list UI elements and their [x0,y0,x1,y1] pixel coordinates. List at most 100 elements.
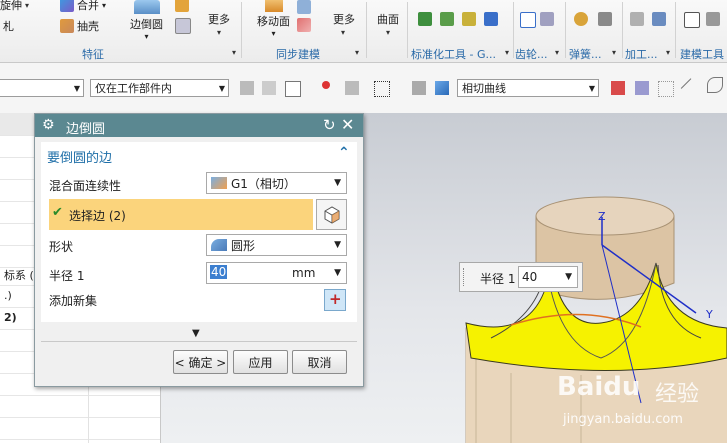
group-expand-icon[interactable]: ▾ [612,48,616,57]
ribbon-item-gengduo2-label: 更多 [333,13,355,26]
shape-label: 形状 [49,240,74,254]
move-face-icon [264,0,283,12]
radius-field[interactable]: 40 mm ▼ [206,262,347,284]
edge-blend-icon [133,0,160,14]
machining-tool-icon-2[interactable] [652,12,666,26]
ribbon-item-yidongmian-label: 移动面 [257,15,290,28]
unite-icon [60,0,74,12]
ribbon-item-bianmian[interactable]: 边倒圆 ▾ [130,0,163,41]
float-radius-field[interactable]: 40 ▼ [518,266,578,288]
list-item-label: 2) [4,311,17,324]
point-icon[interactable] [322,81,330,89]
draft-icon [175,18,191,34]
ribbon-item-partial[interactable]: 札 [3,18,14,34]
dialog-title-bar[interactable]: ⚙ 边倒圆 ↻ ✕ [35,114,363,137]
ribbon-item-qumian-label: 曲面 [377,13,399,26]
ok-button[interactable]: < 确定 > [173,350,228,374]
rectangle-select-icon[interactable] [374,81,390,97]
watermark-site: jingyan.baidu.com [563,412,683,427]
ribbon-item-replace-face[interactable] [297,18,311,32]
list-item[interactable] [0,417,160,440]
snap-icon[interactable] [262,81,276,95]
ribbon-item-choujiao[interactable]: 抽壳 [60,18,99,34]
group-label-jiagong: 加工... [625,48,658,61]
shape-select[interactable]: 圆形 ▼ [206,234,347,256]
ribbon-item-yidongmian[interactable]: 移动面 ▾ [257,0,290,38]
ribbon-item-small2[interactable] [175,18,191,34]
modeling-tool-icon[interactable] [684,12,700,28]
filter-type-select[interactable]: ▼ [0,79,84,97]
arrow-icon[interactable] [635,81,649,95]
dropdown-arrow-icon[interactable]: ▾ [341,28,345,37]
curve-icon[interactable] [707,77,723,93]
dropdown-arrow-icon[interactable]: ▾ [386,28,390,37]
standard-tool-icon[interactable] [418,12,432,26]
ribbon-item-choujiao-label: 抽壳 [77,20,99,33]
select-box-icon[interactable] [285,81,301,97]
group-expand-icon[interactable]: ▾ [555,48,559,57]
gear-icon[interactable]: ⚙ [42,117,55,133]
spring-tool-icon-2[interactable] [598,12,612,26]
group-expand-icon[interactable]: ▾ [232,48,236,57]
on-screen-radius-input: 半径 1 40 ▼ [459,262,583,292]
apply-button[interactable]: 应用 [233,350,288,374]
ribbon: 旋伸 ▾ 札 合并 ▾ 抽壳 边倒圆 ▾ 更多 ▾ 特征 ▾ 移动面 ▾ 更多 ▾ [0,0,727,63]
select-edge-label: 选择边 (2) [69,209,126,223]
group-divider [622,2,623,58]
group-label-tanhuang: 弹簧... [569,48,602,61]
pattern-icon[interactable] [658,81,674,97]
group-expand-icon[interactable]: ▾ [355,48,359,57]
spring-tool-icon[interactable] [574,12,588,26]
chevron-down-icon: ▼ [334,268,341,278]
curve-rule-select[interactable]: 相切曲线 ▼ [457,79,599,97]
gear-tool-icon[interactable] [520,12,536,28]
ribbon-item-gengduo2[interactable]: 更多 [333,11,355,27]
drag-handle[interactable] [463,268,468,286]
chevron-down-icon: ▼ [334,240,341,250]
standard-tool-icon-2[interactable] [440,12,454,26]
expand-more-icon[interactable]: ▼ [192,328,200,339]
select-edge-button[interactable] [316,199,347,230]
view-icon[interactable] [412,81,426,95]
ribbon-item-small1[interactable] [175,0,189,12]
group-label-tezheng: 特征 [82,48,104,61]
cancel-button[interactable]: 取消 [292,350,347,374]
standard-tool-icon-4[interactable] [484,12,498,26]
radius-unit: mm [292,266,316,280]
add-set-button[interactable]: + [324,289,346,311]
modeling-tool-icon-2[interactable] [706,12,720,26]
delete-face-icon [297,0,311,14]
shape-value: 圆形 [231,238,256,253]
select-edge-row[interactable]: ✔ 选择边 (2) [49,199,313,230]
group-expand-icon[interactable]: ▾ [505,48,509,57]
group-divider [407,2,408,58]
dropdown-arrow-icon[interactable]: ▾ [217,28,221,37]
continuity-value: G1（相切） [231,176,296,191]
chevron-down-icon: ▼ [73,84,80,93]
group-expand-icon[interactable]: ▾ [666,48,670,57]
close-icon[interactable]: ✕ [341,115,354,134]
reset-icon[interactable]: ↻ [323,116,336,134]
ribbon-item-hebing[interactable]: 合并 ▾ [60,0,106,13]
solid-icon[interactable] [435,81,449,95]
ribbon-item-qumian[interactable]: 曲面 [377,11,399,27]
collapse-icon[interactable]: ⌃ [338,145,350,161]
gear-tool-icon-2[interactable] [540,12,554,26]
group-label-chilun: 齿轮... [515,48,548,61]
standard-tool-icon-3[interactable] [462,12,476,26]
ribbon-item-gengduo1[interactable]: 更多 [208,11,230,27]
ribbon-item-delete-face[interactable] [297,0,311,14]
intersect-icon[interactable] [611,81,625,95]
list-item[interactable] [0,395,160,418]
dropdown-arrow-icon: ▾ [25,0,30,10]
continuity-select[interactable]: G1（相切） ▼ [206,172,347,194]
machining-tool-icon[interactable] [630,12,644,26]
ribbon-item-xuanshen[interactable]: 旋伸 ▾ [0,0,29,13]
filter-scope-select[interactable]: 仅在工作部件内 ▼ [90,79,229,97]
selection-filter-icon[interactable] [240,81,254,95]
ribbon-item-gengduo1-label: 更多 [208,13,230,26]
chevron-down-icon: ▼ [565,272,572,282]
line-icon[interactable] [680,78,702,99]
transform-icon[interactable] [345,81,359,95]
chevron-down-icon: ▼ [334,178,341,188]
